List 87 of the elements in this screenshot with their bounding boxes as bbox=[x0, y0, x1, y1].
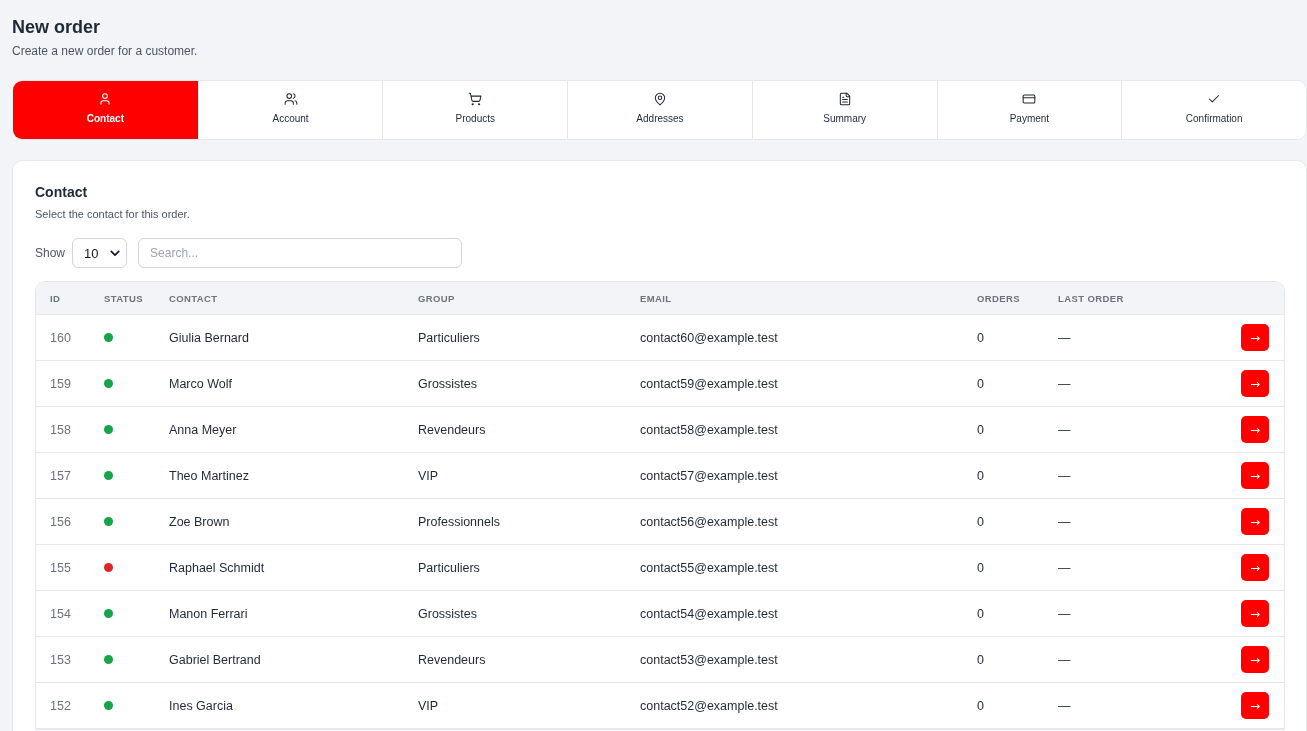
table-cell: 0 bbox=[977, 698, 984, 713]
check-icon bbox=[1207, 92, 1222, 106]
users-icon bbox=[283, 92, 298, 106]
table-cell: — bbox=[1058, 376, 1071, 391]
cart-icon bbox=[468, 92, 483, 106]
table-cell: Grossistes bbox=[418, 606, 478, 621]
table-cell: Professionnels bbox=[418, 514, 500, 529]
table-cell: Giulia Bernard bbox=[169, 330, 249, 345]
column-header: LAST ORDER bbox=[1058, 292, 1124, 304]
table-cell: 157 bbox=[50, 468, 71, 483]
search-field[interactable]: Search... bbox=[138, 238, 463, 268]
user-icon bbox=[98, 92, 113, 106]
table-cell: contact54@example.test bbox=[640, 606, 778, 621]
table-cell: contact57@example.test bbox=[640, 468, 778, 483]
table-cell: 159 bbox=[50, 376, 71, 391]
table-cell: VIP bbox=[418, 468, 439, 483]
credit-card-icon bbox=[1022, 92, 1037, 106]
table-cell: 152 bbox=[50, 698, 71, 713]
table-cell: — bbox=[1058, 606, 1071, 621]
table-cell: 0 bbox=[977, 514, 984, 529]
table-cell: — bbox=[1058, 330, 1071, 345]
table-cell: Manon Ferrari bbox=[169, 606, 248, 621]
arrow-button[interactable]: → bbox=[1241, 646, 1269, 673]
table-cell: Zoe Brown bbox=[169, 514, 230, 529]
column-header: STATUS bbox=[104, 292, 143, 304]
table-cell: Revendeurs bbox=[418, 652, 486, 667]
table-cell: Anna Meyer bbox=[169, 422, 237, 437]
arrow-button[interactable]: → bbox=[1241, 416, 1269, 443]
arrow-button[interactable]: → bbox=[1241, 324, 1269, 351]
map-pin-icon bbox=[653, 92, 667, 106]
table-cell: contact56@example.test bbox=[640, 514, 778, 529]
table-cell: 0 bbox=[977, 376, 984, 391]
arrow-button[interactable]: → bbox=[1241, 692, 1269, 719]
column-header: ORDERS bbox=[977, 292, 1021, 304]
chevron-down-icon bbox=[110, 249, 121, 257]
table-cell: — bbox=[1058, 560, 1071, 575]
table-cell: — bbox=[1058, 698, 1071, 713]
table-cell: Ines Garcia bbox=[169, 698, 233, 713]
table-cell: 160 bbox=[50, 330, 71, 345]
panel-subtitle: Select the contact for this order. bbox=[35, 207, 191, 222]
column-header: EMAIL bbox=[640, 292, 672, 304]
arrow-button[interactable]: → bbox=[1241, 600, 1269, 627]
table-cell: Raphael Schmidt bbox=[169, 560, 265, 575]
table-cell: — bbox=[1058, 514, 1071, 529]
table-cell: 158 bbox=[50, 422, 71, 437]
table-cell: — bbox=[1058, 468, 1071, 483]
table-cell: contact60@example.test bbox=[640, 330, 778, 345]
table-cell: contact53@example.test bbox=[640, 652, 778, 667]
panel-title: Contact bbox=[35, 183, 89, 201]
table-cell: 153 bbox=[50, 652, 71, 667]
table-cell: 155 bbox=[50, 560, 71, 575]
table-cell: Particuliers bbox=[418, 560, 480, 575]
page-subtitle: Create a new order for a customer. bbox=[12, 43, 198, 59]
arrow-button[interactable]: → bbox=[1241, 554, 1269, 581]
arrow-button[interactable]: → bbox=[1241, 462, 1269, 489]
page-size-select[interactable]: 10 bbox=[72, 238, 128, 268]
arrow-button[interactable]: → bbox=[1241, 370, 1269, 397]
table-cell: — bbox=[1058, 652, 1071, 667]
table-cell: Theo Martinez bbox=[169, 468, 249, 483]
page-title: New order bbox=[12, 16, 101, 38]
table-cell: 156 bbox=[50, 514, 71, 529]
table-cell: 0 bbox=[977, 606, 984, 621]
table-cell: 0 bbox=[977, 468, 984, 483]
table-cell: contact59@example.test bbox=[640, 376, 778, 391]
table-cell: Particuliers bbox=[418, 330, 480, 345]
table-cell: Grossistes bbox=[418, 376, 478, 391]
table-cell: 0 bbox=[977, 560, 984, 575]
arrow-button[interactable]: → bbox=[1241, 508, 1269, 535]
table-cell: 0 bbox=[977, 652, 984, 667]
table-cell: 0 bbox=[977, 330, 984, 345]
table-cell: contact58@example.test bbox=[640, 422, 778, 437]
table-cell: contact55@example.test bbox=[640, 560, 778, 575]
step-tab[interactable]: Confirmation bbox=[1121, 81, 1306, 139]
table-cell: Gabriel Bertrand bbox=[169, 652, 261, 667]
column-header: GROUP bbox=[418, 292, 455, 304]
table-cell: 154 bbox=[50, 606, 71, 621]
column-header: CONTACT bbox=[169, 292, 218, 304]
document-icon bbox=[837, 92, 852, 106]
show-label: Show bbox=[35, 246, 66, 260]
table-cell: contact52@example.test bbox=[640, 698, 778, 713]
table-cell: Revendeurs bbox=[418, 422, 486, 437]
column-header: ID bbox=[50, 292, 61, 304]
table-cell: VIP bbox=[418, 698, 439, 713]
step-tab[interactable]: Contact bbox=[13, 81, 198, 139]
table-cell: 0 bbox=[977, 422, 984, 437]
table-cell: — bbox=[1058, 422, 1071, 437]
table-cell: Marco Wolf bbox=[169, 376, 232, 391]
